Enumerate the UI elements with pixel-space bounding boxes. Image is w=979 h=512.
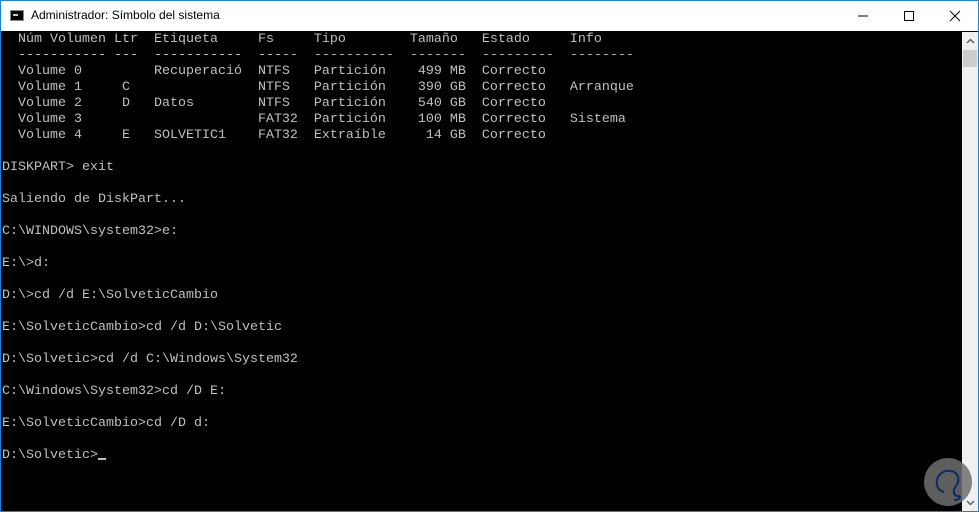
close-icon — [949, 10, 961, 22]
cmd-app-icon[interactable] — [10, 10, 24, 21]
text-cursor — [97, 458, 106, 460]
vertical-scrollbar[interactable] — [962, 32, 978, 511]
console-line: D:\>cd /d E:\SolveticCambio — [2, 288, 218, 303]
console-line: E:\SolveticCambio>cd /d D:\Solvetic — [2, 320, 282, 335]
minimize-button[interactable] — [840, 1, 886, 31]
scroll-up-button[interactable] — [962, 32, 978, 49]
chevron-up-icon — [965, 37, 975, 44]
watermark-logo-icon — [935, 469, 962, 501]
console-prompt-line[interactable]: D:\Solvetic> — [2, 448, 634, 464]
console-lines: Núm Volumen Ltr Etiqueta Fs Tipo Tamaño … — [2, 32, 634, 464]
command-prompt-window: Administrador: Símbolo del sistema Núm V… — [0, 0, 979, 512]
console-line: E:\>d: — [2, 256, 50, 271]
console-line: Saliendo de DiskPart... — [2, 192, 186, 207]
maximize-icon — [904, 11, 914, 21]
console-line: D:\Solvetic>cd /d C:\Windows\System32 — [2, 352, 298, 367]
console-line: Volume 3 FAT32 Partición 100 MB Correcto… — [2, 112, 626, 127]
console-output[interactable]: Núm Volumen Ltr Etiqueta Fs Tipo Tamaño … — [2, 32, 962, 511]
console-line: Núm Volumen Ltr Etiqueta Fs Tipo Tamaño … — [2, 32, 602, 47]
close-button[interactable] — [932, 1, 978, 31]
scrollbar-thumb[interactable] — [963, 50, 977, 67]
console-line: Volume 1 C NTFS Partición 390 GB Correct… — [2, 80, 634, 95]
watermark-logo — [924, 458, 972, 506]
window-title: Administrador: Símbolo del sistema — [31, 8, 220, 22]
console-line: DISKPART> exit — [2, 160, 114, 175]
maximize-button[interactable] — [886, 1, 932, 31]
console-line: Volume 2 D Datos NTFS Partición 540 GB C… — [2, 96, 546, 111]
console-line: Volume 0 Recuperació NTFS Partición 499 … — [2, 64, 546, 79]
console-line: C:\WINDOWS\system32>e: — [2, 224, 178, 239]
console-line: Volume 4 E SOLVETIC1 FAT32 Extraíble 14 … — [2, 128, 546, 143]
minimize-icon — [858, 15, 868, 17]
console-line: E:\SolveticCambio>cd /D d: — [2, 416, 210, 431]
console-line: C:\Windows\System32>cd /D E: — [2, 384, 226, 399]
console-line: ----------- --- ----------- ----- ------… — [2, 48, 634, 63]
title-bar[interactable]: Administrador: Símbolo del sistema — [1, 1, 978, 31]
prompt-text: D:\Solvetic> — [2, 448, 98, 463]
